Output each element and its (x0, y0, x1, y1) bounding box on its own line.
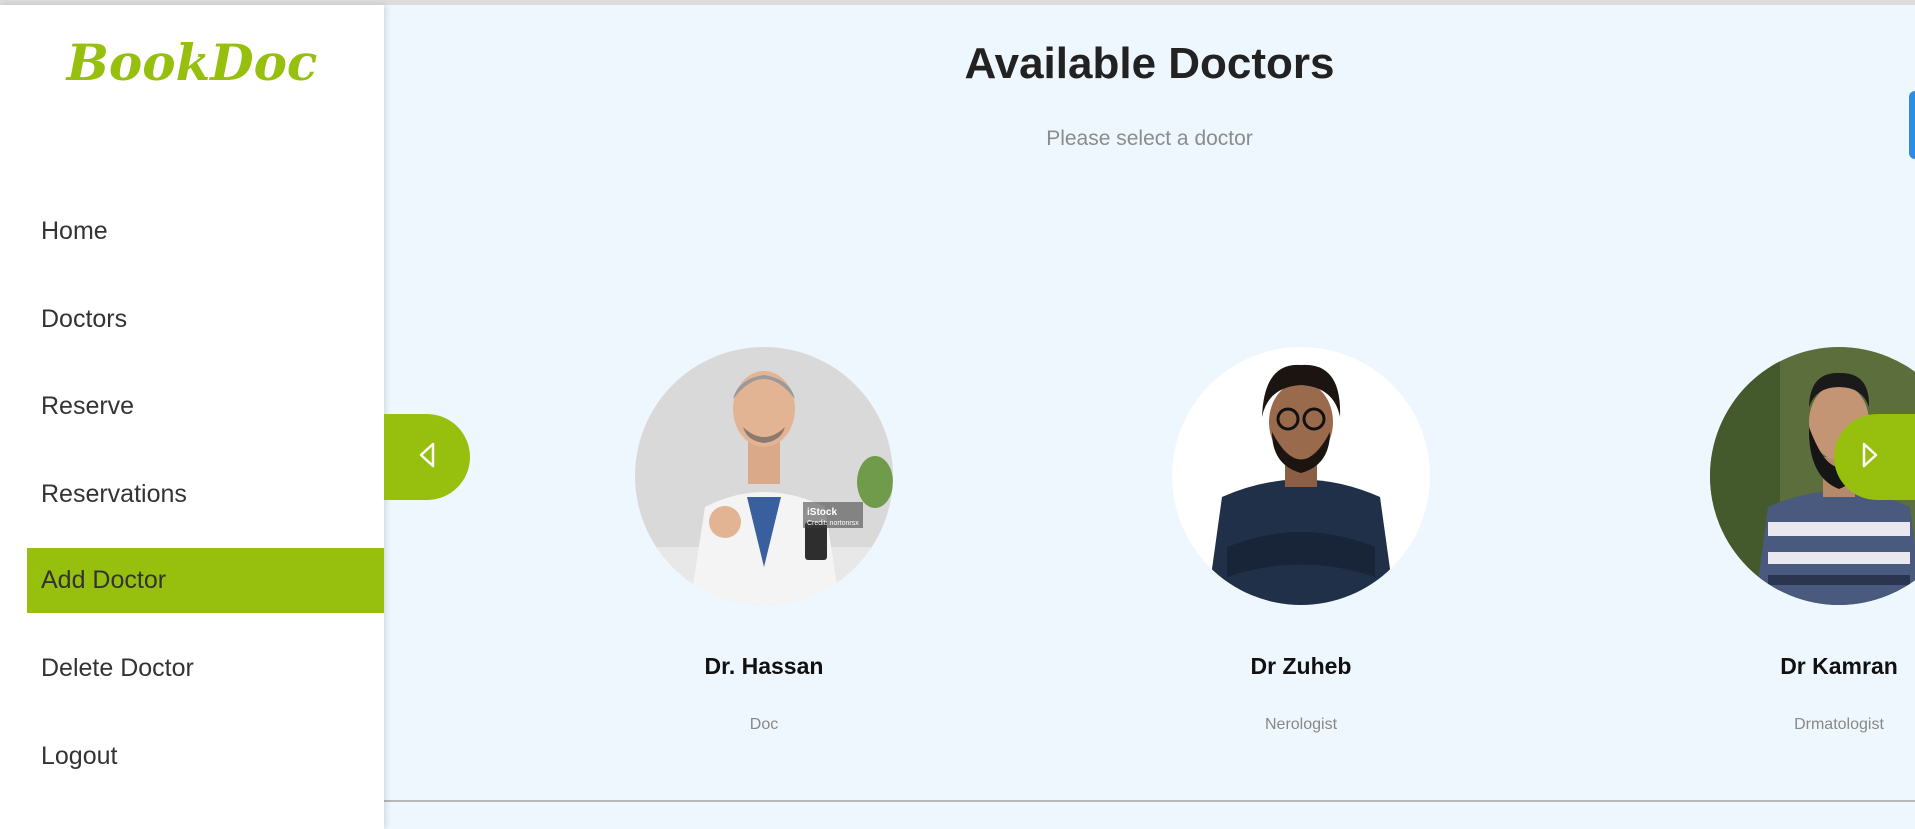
svg-text:iStock: iStock (807, 507, 837, 518)
logo[interactable]: BookDoc (0, 33, 384, 92)
doctor-specialty: Nerologist (1264, 716, 1338, 733)
chevron-left-icon (417, 441, 437, 474)
sidebar-item-add-doctor[interactable]: Add Doctor (27, 548, 384, 613)
section-divider (384, 800, 1915, 802)
sidebar-item-reservations[interactable]: Reservations (27, 462, 384, 527)
carousel-next-button[interactable] (1834, 414, 1915, 500)
sidebar-item-doctors[interactable]: Doctors (27, 287, 384, 352)
sidebar-item-reserve[interactable]: Reserve (27, 374, 384, 439)
sidebar-item-home[interactable]: Home (27, 199, 384, 264)
doctor-specialty: Drmatologist (1794, 716, 1884, 733)
doctor-name: Dr Zuheb (1250, 653, 1352, 679)
sidebar-item-delete-doctor[interactable]: Delete Doctor (27, 636, 384, 701)
chevron-right-icon (1860, 441, 1880, 474)
page-subtitle: Please select a doctor (1046, 127, 1253, 150)
carousel-prev-button[interactable] (384, 414, 470, 500)
main-content: Available Doctors Please select a doctor… (384, 5, 1915, 829)
doctor-photo[interactable]: iStock Credit: nortonrsx (635, 347, 893, 605)
side-tab[interactable] (1909, 91, 1915, 159)
doctor-name: Dr. Hassan (704, 653, 824, 679)
doctor-card[interactable]: Dr Kamran Drmatologist (1689, 347, 1915, 734)
sidebar-item-logout[interactable]: Logout (27, 724, 384, 789)
doctor-photo[interactable] (1172, 347, 1430, 605)
doctor-specialty: Doc (749, 716, 779, 733)
page-title: Available Doctors (964, 39, 1335, 88)
doctor-card[interactable]: iStock Credit: nortonrsx Dr. Hassan Doc (614, 347, 914, 734)
sidebar: BookDoc Home Doctors Reserve Reservation… (0, 5, 384, 829)
doctor-name: Dr Kamran (1780, 653, 1898, 679)
svg-text:Credit: nortonrsx: Credit: nortonrsx (807, 520, 859, 527)
doctor-card[interactable]: Dr Zuheb Nerologist (1151, 347, 1451, 734)
